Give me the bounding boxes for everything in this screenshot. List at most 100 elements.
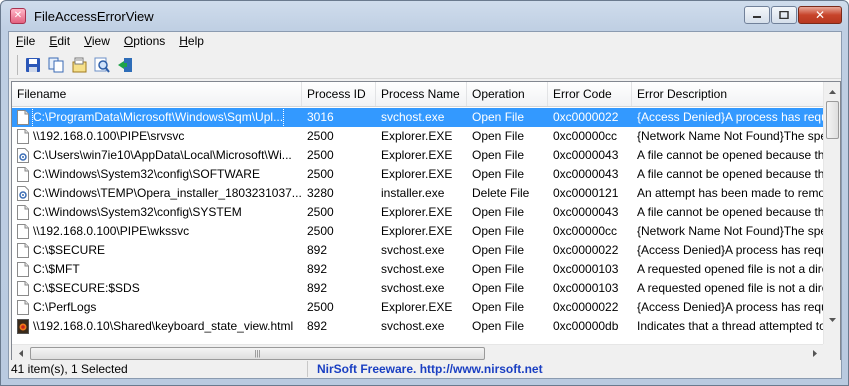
filename-text: C:\$MFT	[33, 262, 80, 276]
find-icon	[94, 57, 110, 73]
cell-error-description: Indicates that a thread attempted to	[637, 319, 823, 333]
cell-operation: Open File	[472, 205, 525, 219]
cell-error-code: 0xc00000cc	[553, 129, 618, 143]
blank-file-icon	[16, 167, 30, 183]
cell-operation: Open File	[472, 129, 525, 143]
cell-filename: C:\Users\win7ie10\AppData\Local\Microsof…	[12, 146, 302, 165]
minimize-button[interactable]	[744, 6, 770, 24]
horizontal-scroll-thumb[interactable]: |||	[30, 347, 485, 360]
find-button[interactable]	[90, 54, 113, 76]
cell-filename: C:\Windows\System32\config\SOFTWARE	[12, 165, 302, 184]
blank-file-icon	[16, 129, 30, 145]
window-controls: ✕	[743, 6, 842, 24]
filename-text: \\192.168.0.10\Shared\keyboard_state_vie…	[33, 319, 294, 333]
nirsoft-link[interactable]: NirSoft Freeware. http://www.nirsoft.net	[308, 361, 543, 377]
cell-filename: \\192.168.0.10\Shared\keyboard_state_vie…	[12, 317, 302, 336]
blank-file-icon	[16, 224, 30, 240]
app-window: ✕ FileAccessErrorView ✕ File Edit View O…	[0, 0, 849, 386]
table-row[interactable]: C:\$MFT 892 svchost.exe Open File 0xc0000103…	[12, 260, 823, 279]
cell-error-code: 0xc00000cc	[553, 224, 618, 238]
cell-error-description: {Access Denied}A process has reques	[637, 243, 823, 257]
properties-button[interactable]	[67, 54, 90, 76]
column-error-description[interactable]: Error Description	[632, 82, 823, 106]
file-access-error-list[interactable]: Filename Process ID Process Name Operati…	[11, 81, 841, 362]
scroll-up-button[interactable]	[825, 83, 840, 100]
cell-operation: Open File	[472, 224, 525, 238]
cell-error-description: A file cannot be opened because the	[637, 148, 823, 162]
cell-error-description: {Network Name Not Found}The spec	[637, 224, 823, 238]
table-row[interactable]: C:\Users\win7ie10\AppData\Local\Microsof…	[12, 146, 823, 165]
cell-process-name: Explorer.EXE	[381, 205, 453, 219]
minimize-icon	[753, 16, 761, 18]
cell-process-id: 2500	[307, 129, 334, 143]
maximize-icon	[779, 11, 789, 19]
column-process-id[interactable]: Process ID	[302, 82, 376, 106]
cell-process-name: Explorer.EXE	[381, 167, 453, 181]
table-row[interactable]: C:\PerfLogs 2500 Explorer.EXE Open File 0xc0…	[12, 298, 823, 317]
cell-error-code: 0xc0000043	[553, 205, 619, 219]
column-error-code[interactable]: Error Code	[548, 82, 632, 106]
cell-error-description: {Access Denied}A process has reques	[637, 110, 823, 124]
column-process-name[interactable]: Process Name	[376, 82, 467, 106]
exit-icon	[117, 58, 132, 72]
cell-process-id: 892	[307, 262, 328, 276]
table-row[interactable]: C:\Windows\TEMP\Opera_installer_18032310…	[12, 184, 823, 203]
cell-error-description: {Network Name Not Found}The spec	[637, 129, 823, 143]
cell-process-id: 892	[307, 281, 328, 295]
cell-process-id: 2500	[307, 224, 334, 238]
cell-process-id: 2500	[307, 167, 334, 181]
settings-file-icon	[16, 186, 30, 202]
menu-view[interactable]: View	[77, 32, 117, 51]
vertical-scroll-thumb[interactable]	[826, 101, 839, 139]
horizontal-scrollbar[interactable]: |||	[12, 344, 823, 361]
filename-text: C:\$SECURE:$SDS	[33, 281, 140, 295]
close-button[interactable]: ✕	[798, 6, 842, 24]
menu-edit[interactable]: Edit	[42, 32, 77, 51]
cell-filename: C:\$SECURE	[12, 241, 302, 260]
blank-file-icon	[16, 205, 30, 221]
blank-file-icon	[16, 262, 30, 278]
cell-process-name: Explorer.EXE	[381, 224, 453, 238]
save-button[interactable]	[21, 54, 44, 76]
table-row[interactable]: \\192.168.0.100\PIPE\srvsvc 2500 Explorer.…	[12, 127, 823, 146]
close-icon: ✕	[814, 8, 826, 22]
blank-file-icon	[16, 110, 30, 126]
menu-options[interactable]: Options	[117, 32, 172, 51]
cell-error-code: 0xc0000022	[553, 300, 619, 314]
cell-filename: C:\ProgramData\Microsoft\Windows\Sqm\Upl…	[12, 108, 302, 127]
menu-file[interactable]: File	[9, 32, 42, 51]
copy-icon	[48, 57, 63, 73]
cell-filename: \\192.168.0.100\PIPE\srvsvc	[12, 127, 302, 146]
table-row[interactable]: C:\ProgramData\Microsoft\Windows\Sqm\Upl…	[12, 108, 823, 127]
filename-text: C:\Windows\System32\config\SOFTWARE	[33, 167, 260, 181]
menu-help[interactable]: Help	[172, 32, 211, 51]
chevron-left-icon	[18, 350, 23, 357]
table-row[interactable]: \\192.168.0.100\PIPE\wkssvc 2500 Explorer.…	[12, 222, 823, 241]
cell-process-name: svchost.exe	[381, 262, 445, 276]
table-row[interactable]: C:\$SECURE:$SDS 892 svchost.exe Open File 0x…	[12, 279, 823, 298]
copy-button[interactable]	[44, 54, 67, 76]
cell-error-code: 0xc0000043	[553, 167, 619, 181]
column-filename[interactable]: Filename	[12, 82, 302, 106]
table-row[interactable]: C:\$SECURE 892 svchost.exe Open File 0xc0000…	[12, 241, 823, 260]
exit-button[interactable]	[113, 54, 136, 76]
scroll-down-button[interactable]	[825, 311, 840, 328]
table-row[interactable]: C:\Windows\System32\config\SOFTWARE 2500 E…	[12, 165, 823, 184]
table-row[interactable]: \\192.168.0.10\Shared\keyboard_state_vie…	[12, 317, 823, 336]
cell-operation: Delete File	[472, 186, 530, 200]
cell-process-name: Explorer.EXE	[381, 300, 453, 314]
properties-icon	[72, 57, 86, 73]
cell-error-code: 0xc00000db	[553, 319, 619, 333]
app-icon: ✕	[10, 8, 26, 24]
filename-text: \\192.168.0.100\PIPE\srvsvc	[33, 129, 185, 143]
cell-operation: Open File	[472, 148, 525, 162]
table-row[interactable]: C:\Windows\System32\config\SYSTEM 2500 Exp…	[12, 203, 823, 222]
column-operation[interactable]: Operation	[467, 82, 548, 106]
maximize-button[interactable]	[771, 6, 797, 24]
toolbar-separator	[17, 55, 18, 75]
vertical-scrollbar[interactable]	[823, 82, 840, 346]
cell-error-description: A file cannot be opened because the	[637, 205, 823, 219]
cell-error-description: {Access Denied}A process has reques	[637, 300, 823, 314]
title-bar[interactable]: ✕ FileAccessErrorView ✕	[1, 1, 848, 31]
filename-text: C:\Windows\System32\config\SYSTEM	[33, 205, 242, 219]
